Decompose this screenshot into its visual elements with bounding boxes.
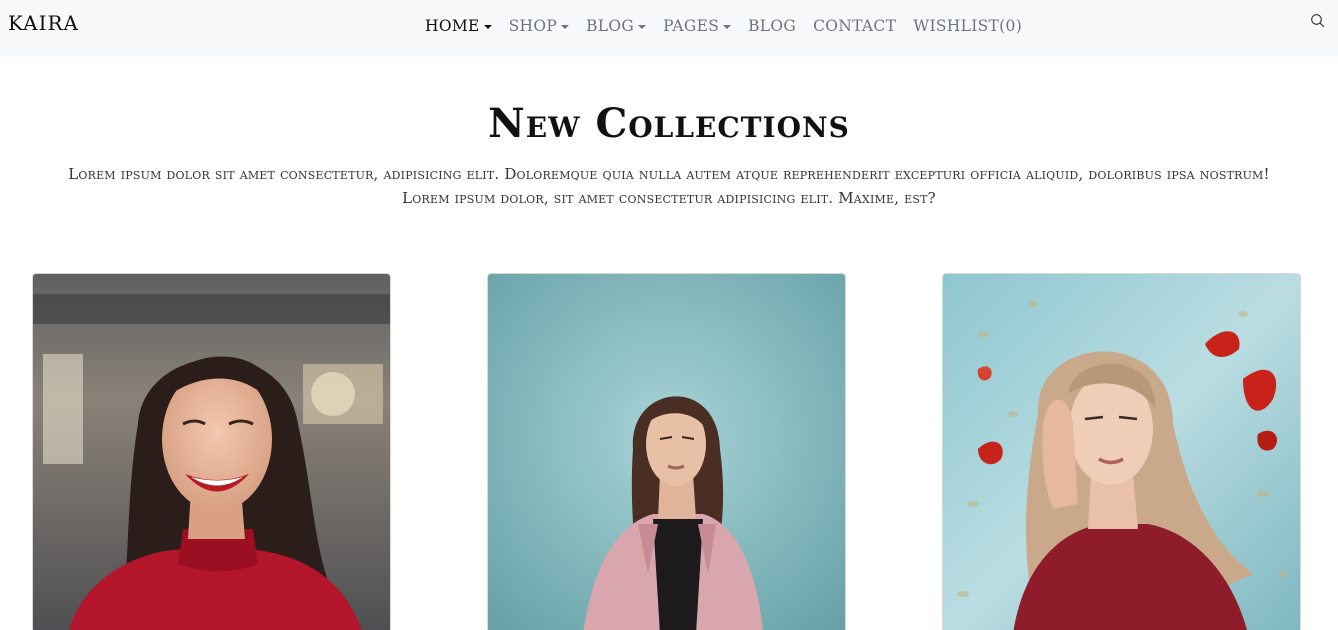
product-card[interactable]: [32, 273, 391, 630]
nav-item-label: CONTACT: [813, 17, 897, 35]
caret-down-icon: [483, 24, 492, 29]
section-title: New Collections: [488, 100, 850, 147]
nav-item-label: BLOG: [586, 17, 635, 35]
nav-item-label: HOME: [425, 17, 480, 35]
product-image-woman-red-top: [33, 274, 390, 630]
navbar: KAIRA HOME SHOP BLOG PAGES BLOG CONTACT …: [0, 0, 1338, 57]
product-image-woman-pink-jacket: [488, 274, 845, 630]
nav-item-label: PAGES: [663, 17, 720, 35]
nav-item-blog-dropdown[interactable]: BLOG: [586, 17, 647, 35]
nav-item-label: WISHLIST(0): [913, 17, 1023, 35]
nav-item-blog[interactable]: BLOG: [748, 17, 796, 35]
nav-item-wishlist[interactable]: WISHLIST(0): [913, 17, 1022, 35]
brand-logo[interactable]: KAIRA: [8, 11, 79, 35]
nav-item-pages[interactable]: PAGES: [663, 17, 732, 35]
nav-item-label: SHOP: [508, 17, 558, 35]
product-image-woman-red-sweater-leaves: [943, 274, 1300, 630]
product-card[interactable]: [942, 273, 1301, 630]
nav-item-label: BLOG: [748, 17, 797, 35]
nav-item-contact[interactable]: CONTACT: [813, 17, 896, 35]
nav-item-home[interactable]: HOME: [425, 17, 492, 35]
caret-down-icon: [561, 24, 570, 29]
section-description: Lorem ipsum dolor sit amet consectetur, …: [68, 165, 1270, 207]
search-icon[interactable]: [1310, 13, 1326, 29]
main-nav: HOME SHOP BLOG PAGES BLOG CONTACT WISHLI…: [425, 17, 1039, 35]
caret-down-icon: [723, 24, 732, 29]
caret-down-icon: [638, 24, 647, 29]
product-card[interactable]: [487, 273, 846, 630]
nav-item-shop[interactable]: SHOP: [508, 17, 570, 35]
